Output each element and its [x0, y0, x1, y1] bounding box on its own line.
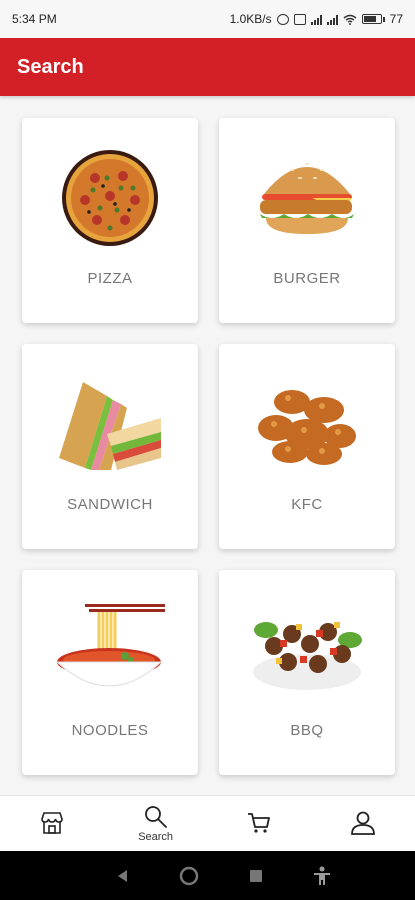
accessibility-icon — [313, 866, 330, 885]
category-label: NOODLES — [71, 722, 149, 739]
category-label: BURGER — [273, 270, 341, 287]
battery-icon — [361, 14, 385, 24]
pizza-image — [62, 150, 158, 246]
home-icon — [180, 866, 199, 885]
noodles-image — [55, 604, 165, 687]
battery-percent: 77 — [389, 12, 403, 26]
page-title: Search — [17, 55, 84, 78]
network-speed: 1.0KB/s — [229, 12, 272, 26]
signal-icon — [310, 14, 322, 25]
nav-item-search[interactable]: Search — [104, 796, 208, 851]
system-nav-bar — [0, 851, 415, 900]
nav-item-store[interactable] — [0, 796, 104, 851]
recents-icon — [249, 869, 262, 882]
category-grid: PIZZA BURGER SANDWICH KFC NOODLES BBQ — [0, 96, 415, 796]
category-card-pizza[interactable]: PIZZA — [22, 118, 198, 323]
category-label: PIZZA — [87, 270, 133, 287]
recents-button[interactable] — [241, 861, 271, 891]
back-icon — [118, 869, 128, 882]
status-bar: 5:34 PM 1.0KB/s 77 — [0, 0, 415, 38]
category-card-bbq[interactable]: BBQ — [219, 570, 395, 775]
bottom-nav: Search — [0, 795, 415, 851]
cart-icon — [248, 813, 271, 833]
bbq-image — [253, 622, 362, 690]
profile-icon — [351, 811, 376, 835]
wifi-icon — [343, 14, 357, 25]
category-label: SANDWICH — [67, 496, 153, 513]
signal-icon-2 — [326, 14, 338, 25]
category-card-noodles[interactable]: NOODLES — [22, 570, 198, 775]
store-icon — [41, 812, 63, 834]
search-icon — [144, 806, 167, 828]
accessibility-button[interactable] — [307, 861, 337, 891]
app-bar: Search — [0, 38, 415, 96]
nav-item-profile[interactable] — [311, 796, 415, 851]
nav-item-cart[interactable] — [208, 796, 312, 851]
category-label: BBQ — [290, 722, 324, 739]
sandwich-image — [59, 382, 161, 470]
sim-icon — [293, 13, 306, 25]
status-icons: 1.0KB/s 77 — [230, 12, 403, 26]
status-time: 5:34 PM — [12, 12, 57, 26]
alarm-icon — [276, 13, 289, 25]
nav-label: Search — [138, 831, 174, 843]
burger-image — [260, 163, 354, 234]
home-button[interactable] — [174, 861, 204, 891]
category-card-burger[interactable]: BURGER — [219, 118, 395, 323]
category-label: KFC — [291, 496, 323, 513]
fried-chicken-image — [258, 390, 356, 465]
category-card-kfc[interactable]: KFC — [219, 344, 395, 549]
back-button[interactable] — [108, 861, 138, 891]
category-card-sandwich[interactable]: SANDWICH — [22, 344, 198, 549]
